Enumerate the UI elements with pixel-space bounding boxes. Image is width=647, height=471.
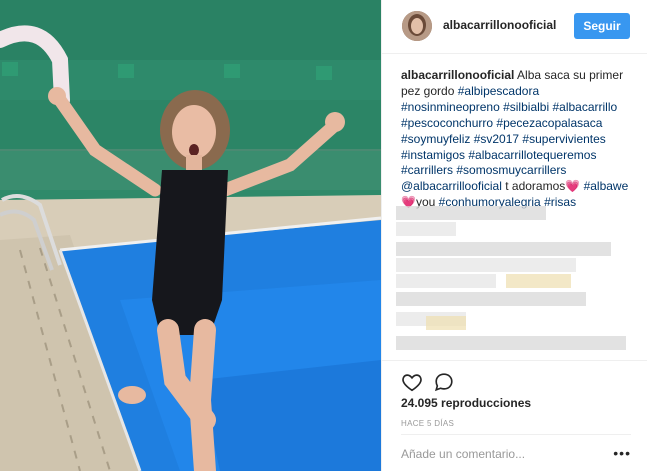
- post-video[interactable]: [0, 0, 381, 471]
- comment-bar: •••: [401, 434, 631, 471]
- follow-button[interactable]: Seguir: [574, 13, 630, 39]
- blurred-comments: [396, 200, 636, 360]
- heart-outline-icon[interactable]: [401, 371, 423, 393]
- username-link[interactable]: albacarrillonooficial: [443, 18, 556, 32]
- ellipsis-icon[interactable]: •••: [613, 445, 631, 461]
- post-sidepanel: albacarrillonooficial Seguir albacarrill…: [381, 0, 647, 471]
- hashtag-link[interactable]: #sv2017: [474, 132, 519, 146]
- hashtag-link[interactable]: #carrillers: [401, 163, 453, 177]
- blurred-row: [396, 242, 611, 256]
- hashtag-link[interactable]: #nosinmineopreno: [401, 100, 500, 114]
- heart-emoji-icon: 💗: [565, 179, 581, 194]
- hashtag-link[interactable]: #supervivientes: [522, 132, 605, 146]
- caption-text: t adoramos: [505, 179, 566, 194]
- blurred-row: [396, 222, 456, 236]
- blurred-row: [506, 274, 571, 288]
- mention-link[interactable]: @albacarrillooficial: [401, 179, 502, 193]
- post-timestamp[interactable]: HACE 5 DÍAS: [401, 419, 454, 428]
- hashtag-link[interactable]: #albacarrillotequeremos: [468, 148, 596, 162]
- post-actions: 24.095 reproducciones HACE 5 DÍAS •••: [382, 360, 647, 471]
- hashtag-link[interactable]: #albacarrillo: [552, 100, 617, 114]
- blurred-row: [396, 336, 626, 350]
- blurred-row: [396, 274, 496, 288]
- avatar[interactable]: [402, 11, 432, 41]
- hashtag-link[interactable]: #soymuyfeliz: [401, 132, 470, 146]
- caption: albacarrillonooficial Alba saca su prime…: [401, 68, 637, 211]
- view-count[interactable]: 24.095 reproducciones: [401, 396, 531, 410]
- speech-bubble-icon[interactable]: [433, 371, 455, 393]
- hashtag-link[interactable]: #pecezacopalasaca: [496, 116, 602, 130]
- hashtag-link[interactable]: #somosmuycarrillers: [456, 163, 566, 177]
- hashtag-link[interactable]: #instamigos: [401, 148, 465, 162]
- comment-input[interactable]: [401, 444, 601, 464]
- blurred-row: [396, 292, 586, 306]
- blurred-row: [396, 206, 546, 220]
- hashtag-link[interactable]: #albipescadora: [458, 84, 539, 98]
- blurred-row: [396, 258, 576, 272]
- avatar-image: [402, 11, 432, 41]
- video-frame: [0, 0, 381, 471]
- hashtag-link[interactable]: #albawe: [584, 179, 629, 193]
- hashtag-link[interactable]: #silbialbi: [503, 100, 549, 114]
- post-header: albacarrillonooficial Seguir: [382, 0, 647, 54]
- caption-author-link[interactable]: albacarrillonooficial: [401, 68, 514, 82]
- hashtag-link[interactable]: #pescoconchurro: [401, 116, 493, 130]
- blurred-row: [426, 316, 466, 330]
